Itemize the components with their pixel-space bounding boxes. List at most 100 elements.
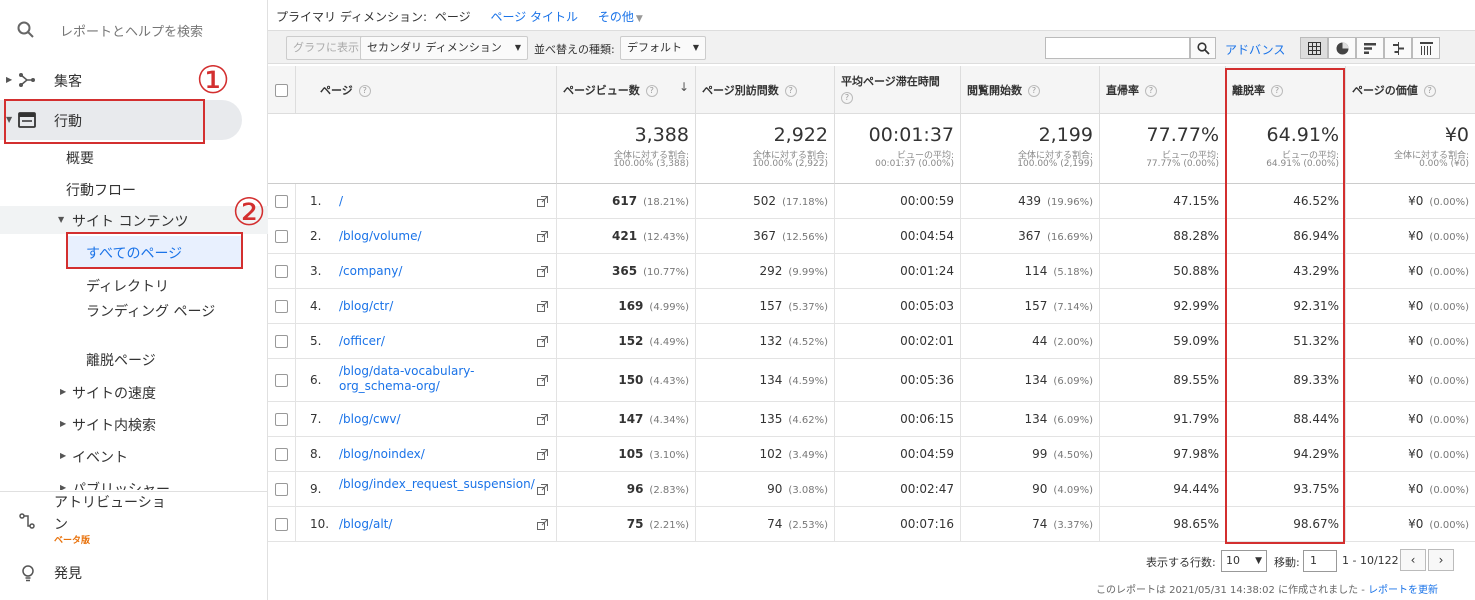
secondary-dimension-dropdown[interactable]: セカンダリ ディメンション ▼ (360, 36, 528, 60)
help-icon[interactable]: ? (1028, 85, 1040, 97)
dimension-page-title-link[interactable]: ページ タイトル (490, 10, 578, 24)
nav-attribution[interactable]: アトリビューション ベータ版 (0, 492, 268, 546)
view-table-button[interactable] (1300, 37, 1328, 59)
goto-page-input[interactable]: 1 (1303, 550, 1337, 572)
external-link-icon[interactable] (537, 449, 548, 460)
entrances-value: 99 (1032, 447, 1048, 461)
nav-overview[interactable]: 概要 (66, 148, 94, 168)
view-performance-button[interactable] (1356, 37, 1384, 59)
exit-rate-cell: 89.33% (1226, 359, 1346, 402)
nav-all-pages[interactable]: すべてのページ (66, 236, 242, 268)
row-checkbox[interactable] (275, 335, 288, 348)
pageviews-value: 150 (618, 373, 644, 387)
page-cell: 10. /blog/alt/ (296, 507, 557, 542)
row-select-cell (268, 359, 296, 402)
help-icon[interactable]: ? (841, 92, 853, 104)
external-link-icon[interactable] (537, 414, 548, 425)
external-link-icon[interactable] (537, 231, 548, 242)
rows-per-page-select[interactable]: 10 ▼ (1221, 550, 1267, 572)
view-comparison-button[interactable] (1384, 37, 1412, 59)
row-checkbox[interactable] (275, 230, 288, 243)
nav-directory[interactable]: ディレクトリ (86, 276, 169, 296)
external-link-icon[interactable] (537, 519, 548, 530)
avg-time-cell: 00:05:36 (835, 359, 961, 402)
pageviews-value: 617 (612, 194, 638, 208)
header-entrances[interactable]: 閲覧開始数? (961, 66, 1100, 114)
header-avg-time[interactable]: 平均ページ滞在時間? (835, 66, 961, 114)
sort-type-dropdown[interactable]: デフォルト ▼ (620, 36, 706, 60)
primary-dimension-selected[interactable]: ページ (435, 10, 471, 24)
external-link-icon[interactable] (537, 336, 548, 347)
page-link[interactable]: /blog/ctr/ (339, 299, 393, 313)
help-icon[interactable]: ? (1423, 85, 1436, 97)
header-page[interactable]: ページ? (296, 66, 557, 114)
page-cell: 9. /blog/index_request_suspension/ (296, 472, 557, 507)
page-link[interactable]: /blog/volume/ (339, 229, 422, 243)
page-link[interactable]: /blog/alt/ (339, 517, 392, 531)
avg-time-value: 00:02:01 (900, 334, 954, 348)
nav-site-search-label: サイト内検索 (72, 418, 156, 434)
table-search-button[interactable] (1190, 37, 1216, 59)
page-link[interactable]: /blog/noindex/ (339, 447, 425, 461)
nav-exit-pages[interactable]: 離脱ページ (86, 350, 156, 370)
refresh-report-link[interactable]: レポートを更新 (1368, 585, 1438, 596)
row-checkbox[interactable] (275, 300, 288, 313)
row-checkbox[interactable] (275, 518, 288, 531)
row-checkbox[interactable] (275, 448, 288, 461)
plot-rows-button[interactable]: グラフに表示 (286, 36, 366, 60)
table-search-input[interactable] (1045, 37, 1190, 59)
help-icon[interactable]: ? (645, 85, 658, 97)
header-pageviews[interactable]: ページビュー数? ↓ (557, 66, 696, 114)
select-all-checkbox[interactable] (275, 84, 288, 97)
bounce-rate-cell: 47.15% (1100, 184, 1226, 219)
entrances-percent: (6.09%) (1053, 376, 1093, 387)
page-link[interactable]: /blog/data-vocabulary-org_schema-org/ (339, 364, 539, 394)
external-link-icon[interactable] (537, 266, 548, 277)
page-link[interactable]: / (339, 194, 343, 208)
row-checkbox[interactable] (275, 374, 288, 387)
help-icon[interactable]: ? (358, 85, 371, 97)
view-pivot-button[interactable] (1412, 37, 1440, 59)
external-link-icon[interactable] (537, 196, 548, 207)
view-pie-button[interactable] (1328, 37, 1356, 59)
nav-site-content[interactable]: ▼ サイト コンテンツ (0, 206, 268, 234)
external-link-icon[interactable] (537, 484, 548, 495)
unique-pageviews-cell: 102 (3.49%) (696, 437, 835, 472)
header-exit-rate[interactable]: 離脱率? (1226, 66, 1346, 114)
help-icon[interactable]: ? (784, 85, 797, 97)
nav-behavior-flow[interactable]: 行動フロー (66, 180, 136, 200)
external-link-icon[interactable] (537, 301, 548, 312)
sidebar-search[interactable]: レポートとヘルプを検索 (0, 0, 268, 58)
help-icon[interactable]: ? (1271, 85, 1283, 97)
page-link[interactable]: /officer/ (339, 334, 385, 348)
entrances-value: 90 (1032, 482, 1048, 496)
row-checkbox[interactable] (275, 413, 288, 426)
pageviews-percent: (4.49%) (649, 337, 689, 348)
nav-landing-pages[interactable]: ランディング ページ (86, 302, 216, 322)
nav-events[interactable]: ▶ イベント (0, 442, 268, 470)
nav-site-search[interactable]: ▶ サイト内検索 (0, 410, 268, 438)
header-bounce-rate[interactable]: 直帰率? (1100, 66, 1226, 114)
nav-behavior[interactable]: ▼ 行動 (0, 100, 242, 140)
page-link[interactable]: /blog/index_request_suspension/ (339, 477, 539, 492)
help-icon[interactable]: ? (1145, 85, 1157, 97)
dimension-other-link[interactable]: その他 (598, 10, 634, 24)
report-footer: このレポートは 2021/05/31 14:38:02 に作成されました - レ… (1096, 581, 1438, 596)
nav-site-speed[interactable]: ▶ サイトの速度 (0, 378, 268, 406)
nav-discover[interactable]: 発見 (0, 560, 268, 588)
next-page-button[interactable]: › (1428, 549, 1454, 571)
header-unique-pageviews[interactable]: ページ別訪問数? (696, 66, 835, 114)
advanced-filter-link[interactable]: アドバンス (1225, 41, 1285, 58)
row-checkbox[interactable] (275, 195, 288, 208)
total-exit-rate: 64.91% ビューの平均: 64.91% (0.00%) (1226, 114, 1346, 184)
entrances-cell: 439 (19.96%) (961, 184, 1100, 219)
row-checkbox[interactable] (275, 265, 288, 278)
external-link-icon[interactable] (537, 375, 548, 386)
page-link[interactable]: /company/ (339, 264, 402, 278)
page-link[interactable]: /blog/cwv/ (339, 412, 401, 426)
prev-page-button[interactable]: ‹ (1400, 549, 1426, 571)
nav-publisher[interactable]: ▶ パブリッシャー (0, 474, 268, 490)
header-page-value[interactable]: ページの価値? (1346, 66, 1475, 114)
row-checkbox[interactable] (275, 483, 288, 496)
nav-discover-label: 発見 (54, 566, 82, 582)
